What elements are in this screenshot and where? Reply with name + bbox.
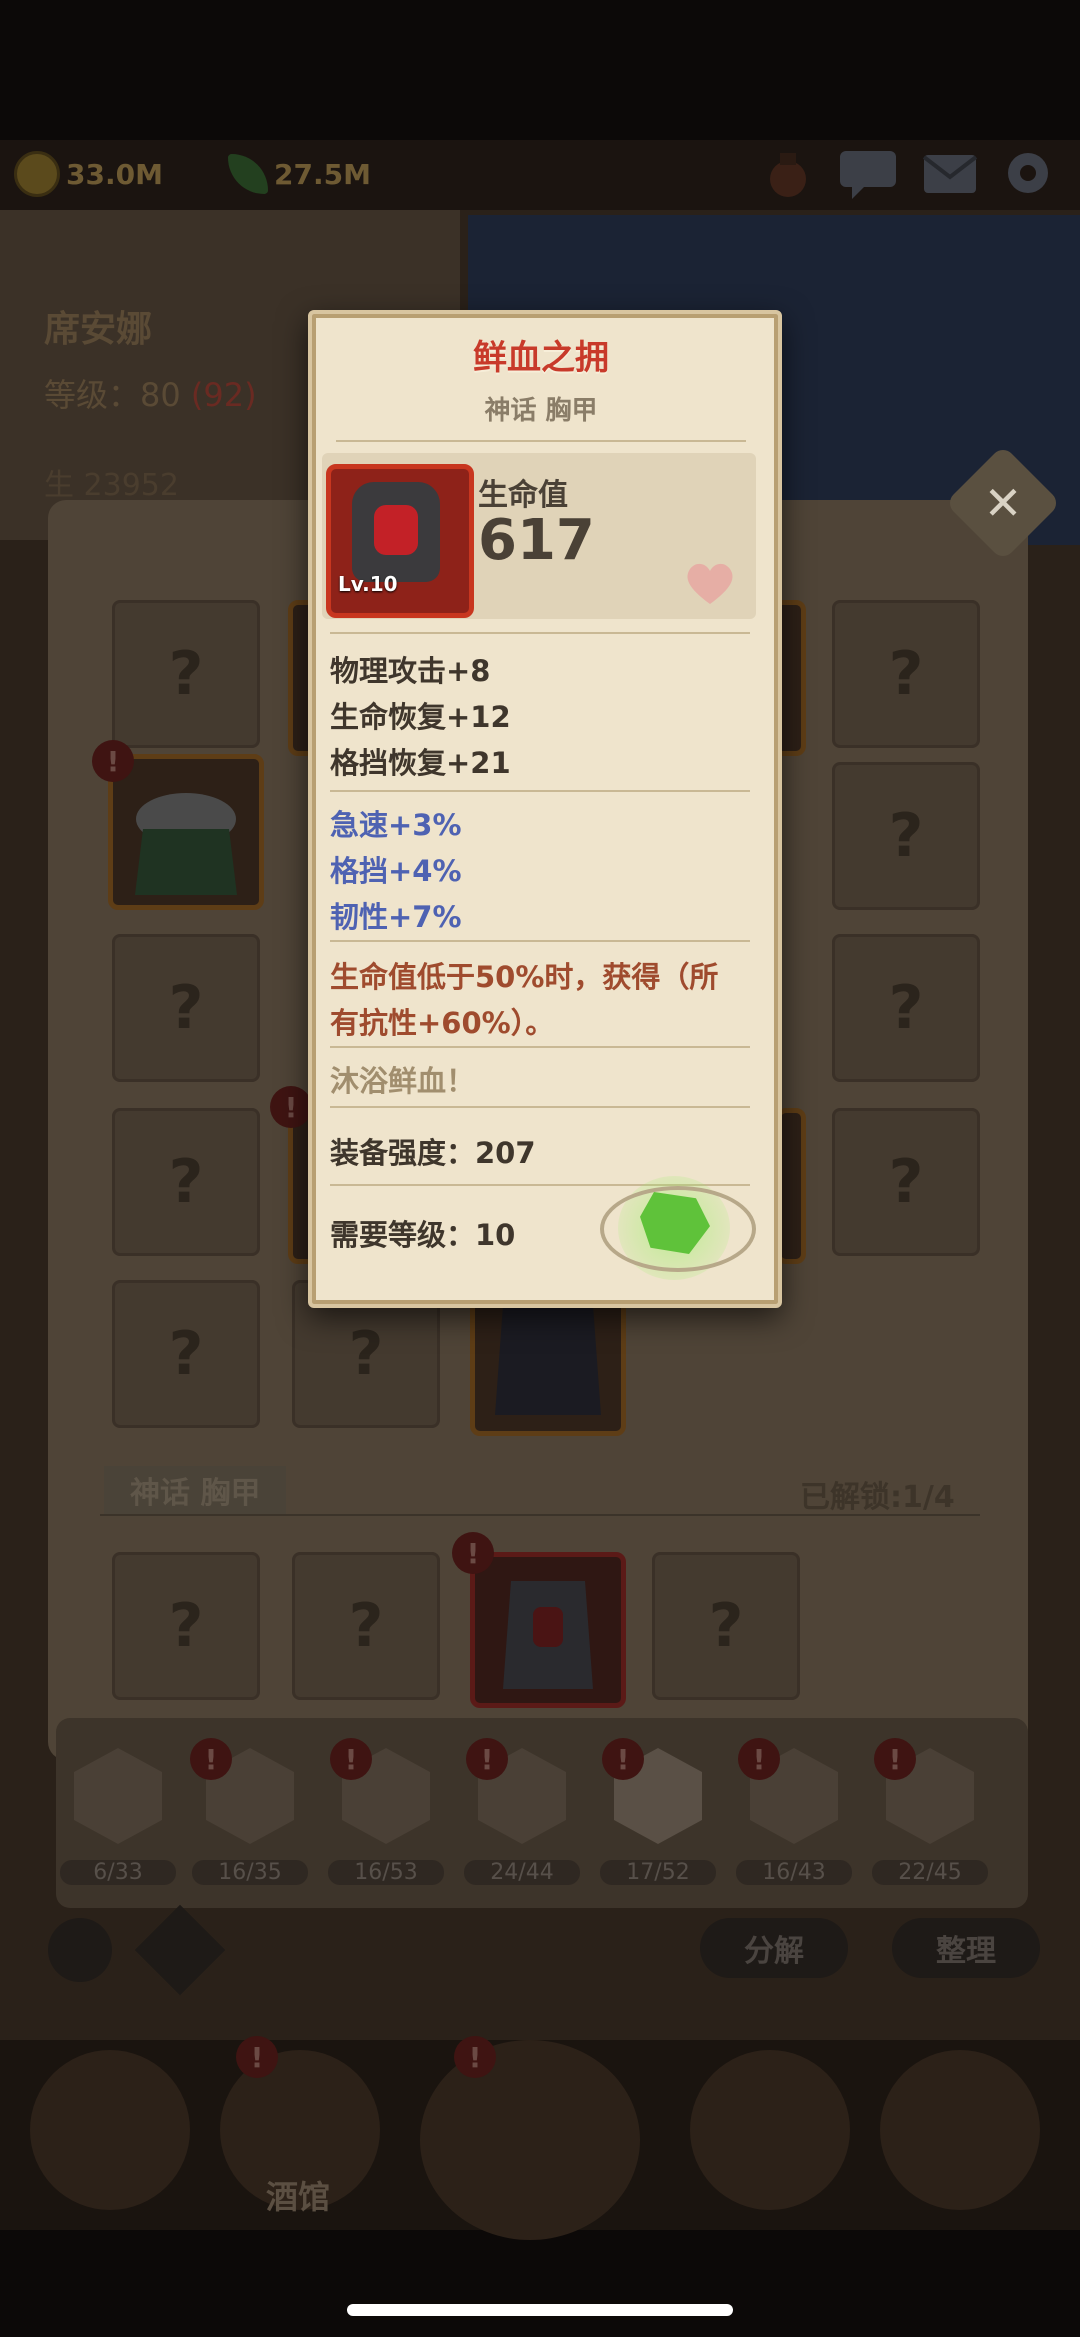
- alert-badge: !: [270, 1086, 312, 1128]
- leaf-icon: [228, 154, 268, 194]
- nav-forge-icon[interactable]: [880, 2050, 1040, 2210]
- tab-count: 16/35: [192, 1860, 308, 1885]
- gold-counter[interactable]: 33.0M: [14, 148, 163, 200]
- tooltip-divider: [330, 940, 750, 942]
- armor-gem-icon: [374, 505, 418, 555]
- gold-coin-icon: [14, 151, 60, 197]
- alert-badge: !: [466, 1738, 508, 1780]
- bonus-stat: 急速+3%: [330, 808, 462, 842]
- bonus-stat: 格挡+4%: [330, 854, 462, 888]
- empty-slot[interactable]: ?: [112, 1552, 260, 1700]
- base-stat: 物理攻击+8: [330, 654, 491, 688]
- tooltip-divider: [330, 632, 750, 634]
- tab-count: 16/53: [328, 1860, 444, 1885]
- empty-slot[interactable]: ?: [112, 1108, 260, 1256]
- gear-icon[interactable]: [1000, 145, 1056, 201]
- alert-badge: !: [874, 1738, 916, 1780]
- special-effect-line-1: 生命值低于50%时，获得（所: [330, 960, 719, 994]
- alert-badge: !: [738, 1738, 780, 1780]
- section-title: 神话 胸甲: [104, 1466, 287, 1514]
- hero-level: 等级：80 (92): [44, 370, 257, 416]
- chat-icon[interactable]: [838, 145, 896, 201]
- tooltip-divider: [330, 790, 750, 792]
- tab-count: 16/43: [736, 1860, 852, 1885]
- tab-count: 6/33: [60, 1860, 176, 1885]
- gold-amount: 33.0M: [66, 157, 163, 191]
- unlock-counter: 已解锁:1/4: [800, 1480, 955, 1515]
- filter-icon[interactable]: [48, 1918, 112, 1982]
- empty-slot[interactable]: ?: [832, 1108, 980, 1256]
- item-rarity-slot: 神话 胸甲: [484, 396, 598, 426]
- alert-badge: !: [330, 1738, 372, 1780]
- organize-button[interactable]: 整理: [892, 1918, 1040, 1978]
- special-effect-line-2: 有抗性+60%）。: [330, 1006, 555, 1040]
- mail-icon[interactable]: [922, 145, 978, 201]
- empty-slot[interactable]: ?: [112, 600, 260, 748]
- hero-name: 席安娜: [44, 309, 153, 350]
- hero-level-max: (92): [190, 376, 257, 414]
- item-name: 鲜血之拥: [473, 338, 609, 378]
- potion-icon[interactable]: [760, 145, 816, 201]
- alert-badge: !: [92, 740, 134, 782]
- alert-badge: !: [602, 1738, 644, 1780]
- sword-icon: [74, 1748, 162, 1844]
- tab-count: 22/45: [872, 1860, 988, 1885]
- main-stat-value: 617: [478, 508, 595, 573]
- equipment-item-green-cloak[interactable]: [108, 754, 264, 910]
- item-level-badge: Lv.10: [338, 572, 398, 596]
- tab-count: 17/52: [600, 1860, 716, 1885]
- tooltip-divider: [330, 1046, 750, 1048]
- equipment-power: 装备强度：207: [330, 1136, 536, 1170]
- nav-guild-icon[interactable]: [690, 2050, 850, 2210]
- alert-badge: !: [452, 1532, 494, 1574]
- leaf-amount: 27.5M: [274, 157, 371, 191]
- empty-slot[interactable]: ?: [652, 1552, 800, 1700]
- heart-icon: [684, 560, 736, 606]
- empty-slot[interactable]: ?: [832, 934, 980, 1082]
- hero-level-value: 等级：80: [44, 376, 181, 414]
- alert-badge: !: [236, 2036, 278, 2078]
- close-icon[interactable]: ✕: [962, 462, 1044, 544]
- tab-weapon[interactable]: 6/33: [60, 1748, 176, 1885]
- required-level: 需要等级：10: [330, 1218, 516, 1252]
- empty-slot[interactable]: ?: [832, 762, 980, 910]
- nav-tavern-label: 酒馆: [266, 2178, 331, 2216]
- decompose-button[interactable]: 分解: [700, 1918, 848, 1978]
- tooltip-divider: [336, 440, 746, 442]
- empty-slot[interactable]: ?: [292, 1552, 440, 1700]
- nav-home-icon[interactable]: [30, 2050, 190, 2210]
- empty-slot[interactable]: ?: [832, 600, 980, 748]
- base-stat: 生命恢复+12: [330, 700, 511, 734]
- home-indicator[interactable]: [347, 2304, 733, 2316]
- empty-slot[interactable]: ?: [112, 934, 260, 1082]
- tab-count: 24/44: [464, 1860, 580, 1885]
- alert-badge: !: [190, 1738, 232, 1780]
- empty-slot[interactable]: ?: [112, 1280, 260, 1428]
- flavor-text: 沐浴鲜血！: [330, 1064, 476, 1098]
- base-stat: 格挡恢复+21: [330, 746, 511, 780]
- nav-portal-icon[interactable]: [420, 2040, 640, 2240]
- tooltip-divider: [330, 1106, 750, 1108]
- alert-badge: !: [454, 2036, 496, 2078]
- equipment-item-blood-embrace[interactable]: [470, 1552, 626, 1708]
- leaf-counter[interactable]: 27.5M: [228, 148, 371, 200]
- hero-hp-partial: 生 23952: [44, 468, 179, 503]
- bonus-stat: 韧性+7%: [330, 900, 462, 934]
